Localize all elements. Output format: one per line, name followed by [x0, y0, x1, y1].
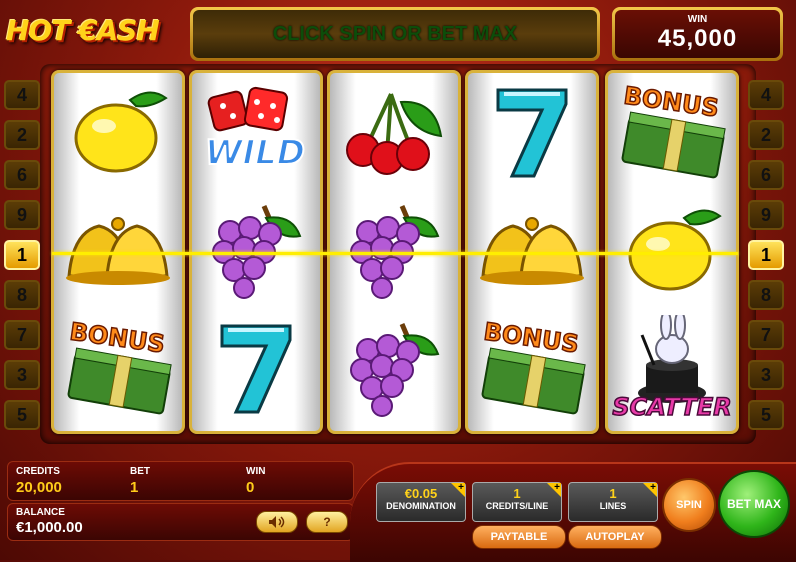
seven-symbol	[468, 73, 596, 191]
grapes-symbol	[330, 309, 458, 427]
payline-button-right-8[interactable]: 8	[748, 280, 784, 310]
lemon-symbol	[54, 73, 182, 191]
message-panel: CLICK SPIN OR BET MAX	[190, 7, 600, 61]
payline-button-left-2[interactable]: 2	[4, 120, 40, 150]
credits-value: 20,000	[16, 479, 62, 496]
spin-button[interactable]: SPIN	[662, 478, 716, 532]
lemon-symbol	[608, 191, 736, 309]
sound-button[interactable]	[256, 511, 298, 533]
win-value: 0	[246, 479, 255, 496]
payline-button-right-9[interactable]: 9	[748, 200, 784, 230]
payline-1	[52, 252, 738, 255]
balance-value: €1,000.00	[16, 519, 83, 536]
autoplay-button[interactable]: AUTOPLAY	[568, 525, 662, 549]
lines-control[interactable]: + 1 LINES	[568, 482, 658, 522]
payline-button-right-7[interactable]: 7	[748, 320, 784, 350]
payline-button-left-3[interactable]: 3	[4, 360, 40, 390]
payline-button-left-5[interactable]: 5	[4, 400, 40, 430]
bell-symbol	[468, 191, 596, 309]
grapes-symbol	[330, 191, 458, 309]
bonus-symbol: BONUS	[468, 309, 596, 427]
win-display-label: WIN	[687, 14, 708, 25]
payline-button-right-4[interactable]: 4	[748, 80, 784, 110]
help-button[interactable]: ?	[306, 511, 348, 533]
balance-bar: BALANCE €1,000.00	[7, 503, 354, 541]
payline-button-left-4[interactable]: 4	[4, 80, 40, 110]
credits-line-plus-icon[interactable]: +	[547, 482, 561, 497]
lines-plus-icon[interactable]: +	[643, 482, 657, 497]
win-display-value: 45,000	[657, 25, 738, 52]
payline-button-right-5[interactable]: 5	[748, 400, 784, 430]
info-bar: CREDITS 20,000 BET 1 WIN 0	[7, 461, 354, 501]
lines-label: LINES	[599, 501, 627, 511]
denomination-label: DENOMINATION	[386, 501, 456, 511]
wild-symbol: WILD	[192, 73, 320, 191]
bet-value: 1	[130, 479, 139, 496]
bonus-symbol: BONUS	[54, 309, 182, 427]
payline-button-left-9[interactable]: 9	[4, 200, 40, 230]
denomination-control[interactable]: + €0.05 DENOMINATION	[376, 482, 466, 522]
payline-button-left-7[interactable]: 7	[4, 320, 40, 350]
payline-button-right-2[interactable]: 2	[748, 120, 784, 150]
credits-line-control[interactable]: + 1 CREDITS/LINE	[472, 482, 562, 522]
cherries-symbol	[330, 73, 458, 191]
credits-line-label: CREDITS/LINE	[485, 501, 549, 511]
grapes-symbol	[192, 191, 320, 309]
balance-label: BALANCE	[16, 507, 65, 518]
payline-button-right-1[interactable]: 1	[748, 240, 784, 270]
paytable-button[interactable]: PAYTABLE	[472, 525, 566, 549]
payline-button-right-6[interactable]: 6	[748, 160, 784, 190]
message-text: CLICK SPIN OR BET MAX	[193, 10, 597, 58]
bonus-symbol: BONUS	[608, 73, 736, 191]
speaker-icon	[269, 516, 285, 528]
payline-button-left-8[interactable]: 8	[4, 280, 40, 310]
svg-text:WILD: WILD	[205, 133, 305, 173]
svg-text:SCATTER: SCATTER	[612, 393, 731, 421]
bet-max-button[interactable]: BET MAX	[718, 470, 790, 538]
bell-symbol	[54, 191, 182, 309]
payline-button-right-3[interactable]: 3	[748, 360, 784, 390]
payline-button-left-6[interactable]: 6	[4, 160, 40, 190]
payline-button-left-1[interactable]: 1	[4, 240, 40, 270]
credits-label: CREDITS	[16, 466, 60, 477]
seven-symbol	[192, 309, 320, 427]
scatter-symbol: SCATTER	[608, 309, 736, 427]
win-display: WIN 45,000	[612, 7, 783, 61]
win-label: WIN	[246, 466, 266, 477]
game-logo: HOT €ASH	[6, 14, 160, 47]
denomination-plus-icon[interactable]: +	[451, 482, 465, 497]
bet-label: BET	[130, 466, 150, 477]
